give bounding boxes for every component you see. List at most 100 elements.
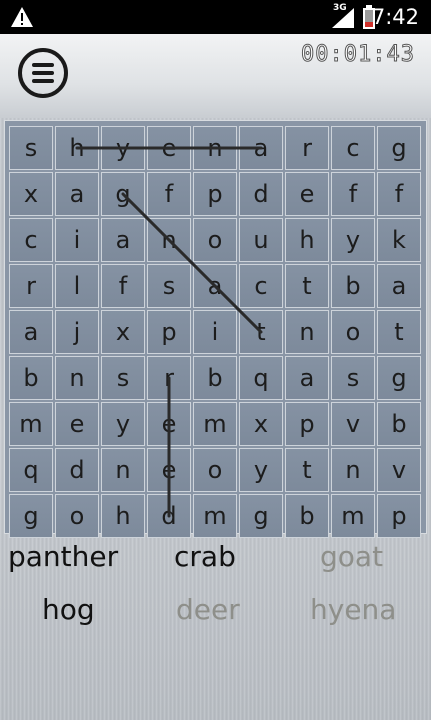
grid-cell[interactable]: y	[239, 448, 283, 492]
grid-cell[interactable]: j	[55, 310, 99, 354]
grid-cell[interactable]: p	[285, 402, 329, 446]
letter-grid[interactable]: shyenarcgxagfpdeffcianouhykrlfsactbaajxp…	[9, 126, 421, 538]
grid-cell[interactable]: n	[147, 218, 191, 262]
grid-cell[interactable]: u	[239, 218, 283, 262]
grid-letter: b	[391, 410, 407, 438]
grid-letter: d	[161, 502, 177, 530]
grid-cell[interactable]: r	[9, 264, 53, 308]
grid-cell[interactable]: g	[377, 126, 421, 170]
grid-cell[interactable]: r	[147, 356, 191, 400]
grid-cell[interactable]: h	[55, 126, 99, 170]
grid-cell[interactable]: a	[9, 310, 53, 354]
grid-cell[interactable]: g	[239, 494, 283, 538]
grid-cell[interactable]: e	[147, 126, 191, 170]
grid-cell[interactable]: f	[377, 172, 421, 216]
grid-cell[interactable]: o	[193, 218, 237, 262]
grid-cell[interactable]: n	[193, 126, 237, 170]
grid-cell[interactable]: s	[147, 264, 191, 308]
grid-cell[interactable]: d	[55, 448, 99, 492]
grid-cell[interactable]: v	[377, 448, 421, 492]
grid-cell[interactable]: b	[331, 264, 375, 308]
grid-cell[interactable]: h	[285, 218, 329, 262]
grid-cell[interactable]: k	[377, 218, 421, 262]
grid-cell[interactable]: n	[285, 310, 329, 354]
grid-cell[interactable]: a	[193, 264, 237, 308]
grid-cell[interactable]: a	[239, 126, 283, 170]
grid-cell[interactable]: m	[331, 494, 375, 538]
grid-cell[interactable]: s	[9, 126, 53, 170]
grid-cell[interactable]: e	[55, 402, 99, 446]
grid-cell[interactable]: n	[101, 448, 145, 492]
grid-cell[interactable]: s	[101, 356, 145, 400]
grid-cell[interactable]: t	[377, 310, 421, 354]
grid-cell[interactable]: h	[101, 494, 145, 538]
grid-cell[interactable]: g	[377, 356, 421, 400]
grid-cell[interactable]: d	[147, 494, 191, 538]
grid-cell[interactable]: c	[331, 126, 375, 170]
grid-cell[interactable]: b	[377, 402, 421, 446]
grid-cell[interactable]: f	[101, 264, 145, 308]
grid-cell[interactable]: p	[377, 494, 421, 538]
grid-cell[interactable]: b	[285, 494, 329, 538]
grid-letter: a	[391, 272, 407, 300]
grid-cell[interactable]: r	[285, 126, 329, 170]
grid-cell[interactable]: y	[331, 218, 375, 262]
grid-cell[interactable]: i	[193, 310, 237, 354]
grid-cell[interactable]: i	[55, 218, 99, 262]
grid-letter: i	[211, 318, 219, 346]
grid-cell[interactable]: a	[101, 218, 145, 262]
grid-letter: m	[341, 502, 365, 530]
grid-cell[interactable]: v	[331, 402, 375, 446]
grid-cell[interactable]: x	[239, 402, 283, 446]
grid-letter: o	[207, 456, 223, 484]
grid-letter: x	[253, 410, 269, 438]
grid-cell[interactable]: d	[239, 172, 283, 216]
grid-cell[interactable]: t	[285, 264, 329, 308]
grid-letter: p	[391, 502, 407, 530]
grid-cell[interactable]: m	[193, 402, 237, 446]
grid-cell[interactable]: o	[55, 494, 99, 538]
target-word-hog: hog	[42, 593, 95, 626]
grid-cell[interactable]: y	[101, 402, 145, 446]
grid-cell[interactable]: n	[55, 356, 99, 400]
grid-cell[interactable]: o	[193, 448, 237, 492]
game-header: 00:01:43	[0, 34, 431, 118]
grid-cell[interactable]: p	[193, 172, 237, 216]
grid-cell[interactable]: n	[331, 448, 375, 492]
grid-cell[interactable]: f	[331, 172, 375, 216]
grid-cell[interactable]: c	[9, 218, 53, 262]
grid-cell[interactable]: a	[377, 264, 421, 308]
grid-letter: y	[345, 226, 361, 254]
grid-cell[interactable]: g	[101, 172, 145, 216]
grid-cell[interactable]: e	[285, 172, 329, 216]
grid-cell[interactable]: f	[147, 172, 191, 216]
grid-cell[interactable]: l	[55, 264, 99, 308]
grid-letter: g	[23, 502, 39, 530]
grid-cell[interactable]: m	[193, 494, 237, 538]
grid-cell[interactable]: o	[331, 310, 375, 354]
grid-letter: e	[69, 410, 85, 438]
grid-cell[interactable]: c	[239, 264, 283, 308]
target-word-hyena: hyena	[310, 593, 397, 626]
grid-cell[interactable]: x	[101, 310, 145, 354]
grid-letter: y	[115, 410, 131, 438]
grid-cell[interactable]: p	[147, 310, 191, 354]
grid-cell[interactable]: m	[9, 402, 53, 446]
grid-cell[interactable]: g	[9, 494, 53, 538]
grid-cell[interactable]: t	[239, 310, 283, 354]
grid-cell[interactable]: a	[55, 172, 99, 216]
grid-cell[interactable]: e	[147, 448, 191, 492]
grid-cell[interactable]: t	[285, 448, 329, 492]
grid-cell[interactable]: y	[101, 126, 145, 170]
grid-letter: o	[345, 318, 361, 346]
grid-cell[interactable]: q	[239, 356, 283, 400]
grid-cell[interactable]: s	[331, 356, 375, 400]
grid-cell[interactable]: b	[9, 356, 53, 400]
menu-button[interactable]	[18, 48, 68, 98]
grid-letter: k	[392, 226, 406, 254]
grid-cell[interactable]: a	[285, 356, 329, 400]
grid-cell[interactable]: e	[147, 402, 191, 446]
grid-cell[interactable]: q	[9, 448, 53, 492]
grid-cell[interactable]: x	[9, 172, 53, 216]
grid-cell[interactable]: b	[193, 356, 237, 400]
